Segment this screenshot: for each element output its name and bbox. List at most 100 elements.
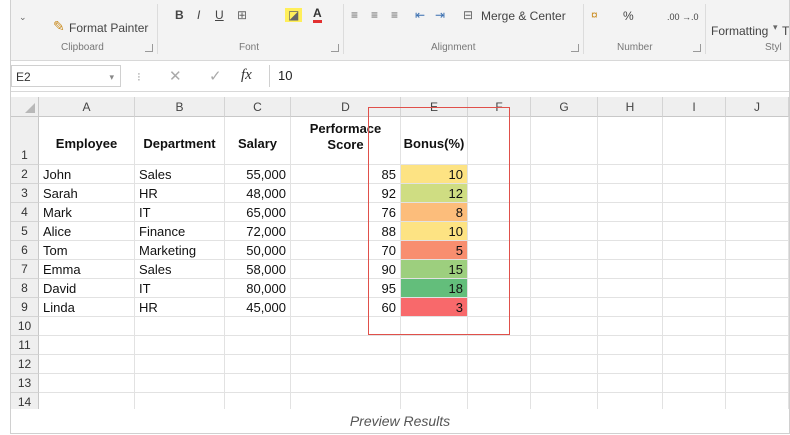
number-launcher-icon[interactable] — [693, 44, 701, 52]
cell-d2[interactable]: 85 — [291, 165, 401, 184]
cell-j1[interactable] — [726, 117, 789, 165]
cell-g11[interactable] — [531, 336, 598, 355]
insert-function-icon[interactable]: fx — [241, 67, 252, 84]
cell-i3[interactable] — [663, 184, 726, 203]
cell-c6[interactable]: 50,000 — [225, 241, 291, 260]
column-header-e[interactable]: E — [401, 97, 468, 117]
cell-f11[interactable] — [468, 336, 531, 355]
row-header-14[interactable]: 14 — [11, 393, 39, 409]
cell-c12[interactable] — [225, 355, 291, 374]
cell-g10[interactable] — [531, 317, 598, 336]
styles-button-truncated[interactable]: T — [782, 24, 789, 38]
cell-i9[interactable] — [663, 298, 726, 317]
decimal-buttons[interactable]: .00 →.0 — [667, 12, 699, 22]
cell-a13[interactable] — [39, 374, 135, 393]
cell-f5[interactable] — [468, 222, 531, 241]
accounting-format-icon[interactable]: ¤ — [591, 8, 598, 22]
cell-b10[interactable] — [135, 317, 225, 336]
cell-e13[interactable] — [401, 374, 468, 393]
cell-i2[interactable] — [663, 165, 726, 184]
cell-a8[interactable]: David — [39, 279, 135, 298]
cell-f9[interactable] — [468, 298, 531, 317]
increase-indent-icon[interactable]: ⇥ — [435, 8, 445, 22]
column-header-b[interactable]: B — [135, 97, 225, 117]
format-painter-button[interactable]: Format Painter — [69, 21, 148, 35]
row-header-1[interactable]: 1 — [11, 117, 39, 165]
cell-e2[interactable]: 10 — [401, 165, 468, 184]
cell-f2[interactable] — [468, 165, 531, 184]
cell-c3[interactable]: 48,000 — [225, 184, 291, 203]
column-header-i[interactable]: I — [663, 97, 726, 117]
cell-f4[interactable] — [468, 203, 531, 222]
cell-f12[interactable] — [468, 355, 531, 374]
cell-f3[interactable] — [468, 184, 531, 203]
conditional-formatting-button[interactable]: Formatting — [711, 24, 768, 38]
cell-a9[interactable]: Linda — [39, 298, 135, 317]
cell-b14[interactable] — [135, 393, 225, 409]
align-right-icon[interactable]: ≡ — [391, 8, 398, 22]
row-header-10[interactable]: 10 — [11, 317, 39, 336]
cell-a1[interactable]: Employee — [39, 117, 135, 165]
formula-input[interactable]: 10 — [269, 65, 789, 87]
cell-c10[interactable] — [225, 317, 291, 336]
cell-h5[interactable] — [598, 222, 663, 241]
cell-c1[interactable]: Salary — [225, 117, 291, 165]
cell-j5[interactable] — [726, 222, 789, 241]
column-header-h[interactable]: H — [598, 97, 663, 117]
cell-a3[interactable]: Sarah — [39, 184, 135, 203]
cell-h3[interactable] — [598, 184, 663, 203]
cell-i5[interactable] — [663, 222, 726, 241]
fill-color-icon[interactable]: ◪ — [285, 8, 303, 22]
column-header-a[interactable]: A — [39, 97, 135, 117]
cell-e14[interactable] — [401, 393, 468, 409]
row-header-6[interactable]: 6 — [11, 241, 39, 260]
row-header-4[interactable]: 4 — [11, 203, 39, 222]
cell-f1[interactable] — [468, 117, 531, 165]
cell-j6[interactable] — [726, 241, 789, 260]
row-header-3[interactable]: 3 — [11, 184, 39, 203]
cell-f6[interactable] — [468, 241, 531, 260]
cell-e9[interactable]: 3 — [401, 298, 468, 317]
cell-g5[interactable] — [531, 222, 598, 241]
cell-j12[interactable] — [726, 355, 789, 374]
bold-button[interactable]: B — [175, 8, 184, 22]
cell-b7[interactable]: Sales — [135, 260, 225, 279]
cell-i14[interactable] — [663, 393, 726, 409]
cell-j4[interactable] — [726, 203, 789, 222]
cell-a10[interactable] — [39, 317, 135, 336]
cell-g14[interactable] — [531, 393, 598, 409]
cell-j11[interactable] — [726, 336, 789, 355]
column-header-f[interactable]: F — [468, 97, 531, 117]
cell-h12[interactable] — [598, 355, 663, 374]
cell-d8[interactable]: 95 — [291, 279, 401, 298]
chevron-down-icon[interactable]: ▾ — [109, 66, 114, 88]
cell-b12[interactable] — [135, 355, 225, 374]
cell-a12[interactable] — [39, 355, 135, 374]
font-launcher-icon[interactable] — [331, 44, 339, 52]
cell-b9[interactable]: HR — [135, 298, 225, 317]
cell-d11[interactable] — [291, 336, 401, 355]
cell-d6[interactable]: 70 — [291, 241, 401, 260]
row-header-12[interactable]: 12 — [11, 355, 39, 374]
cell-b11[interactable] — [135, 336, 225, 355]
cell-b3[interactable]: HR — [135, 184, 225, 203]
cell-i8[interactable] — [663, 279, 726, 298]
cell-e10[interactable] — [401, 317, 468, 336]
name-box[interactable]: E2 ▾ — [11, 65, 121, 87]
cell-e5[interactable]: 10 — [401, 222, 468, 241]
cell-h9[interactable] — [598, 298, 663, 317]
cell-a4[interactable]: Mark — [39, 203, 135, 222]
cell-i12[interactable] — [663, 355, 726, 374]
percent-style-button[interactable]: % — [623, 9, 634, 23]
cell-g9[interactable] — [531, 298, 598, 317]
cell-h1[interactable] — [598, 117, 663, 165]
column-header-g[interactable]: G — [531, 97, 598, 117]
column-header-d[interactable]: D — [291, 97, 401, 117]
cell-h11[interactable] — [598, 336, 663, 355]
cell-a7[interactable]: Emma — [39, 260, 135, 279]
cell-d9[interactable]: 60 — [291, 298, 401, 317]
align-center-icon[interactable]: ≡ — [371, 8, 378, 22]
cell-h13[interactable] — [598, 374, 663, 393]
cell-j14[interactable] — [726, 393, 789, 409]
cell-g1[interactable] — [531, 117, 598, 165]
